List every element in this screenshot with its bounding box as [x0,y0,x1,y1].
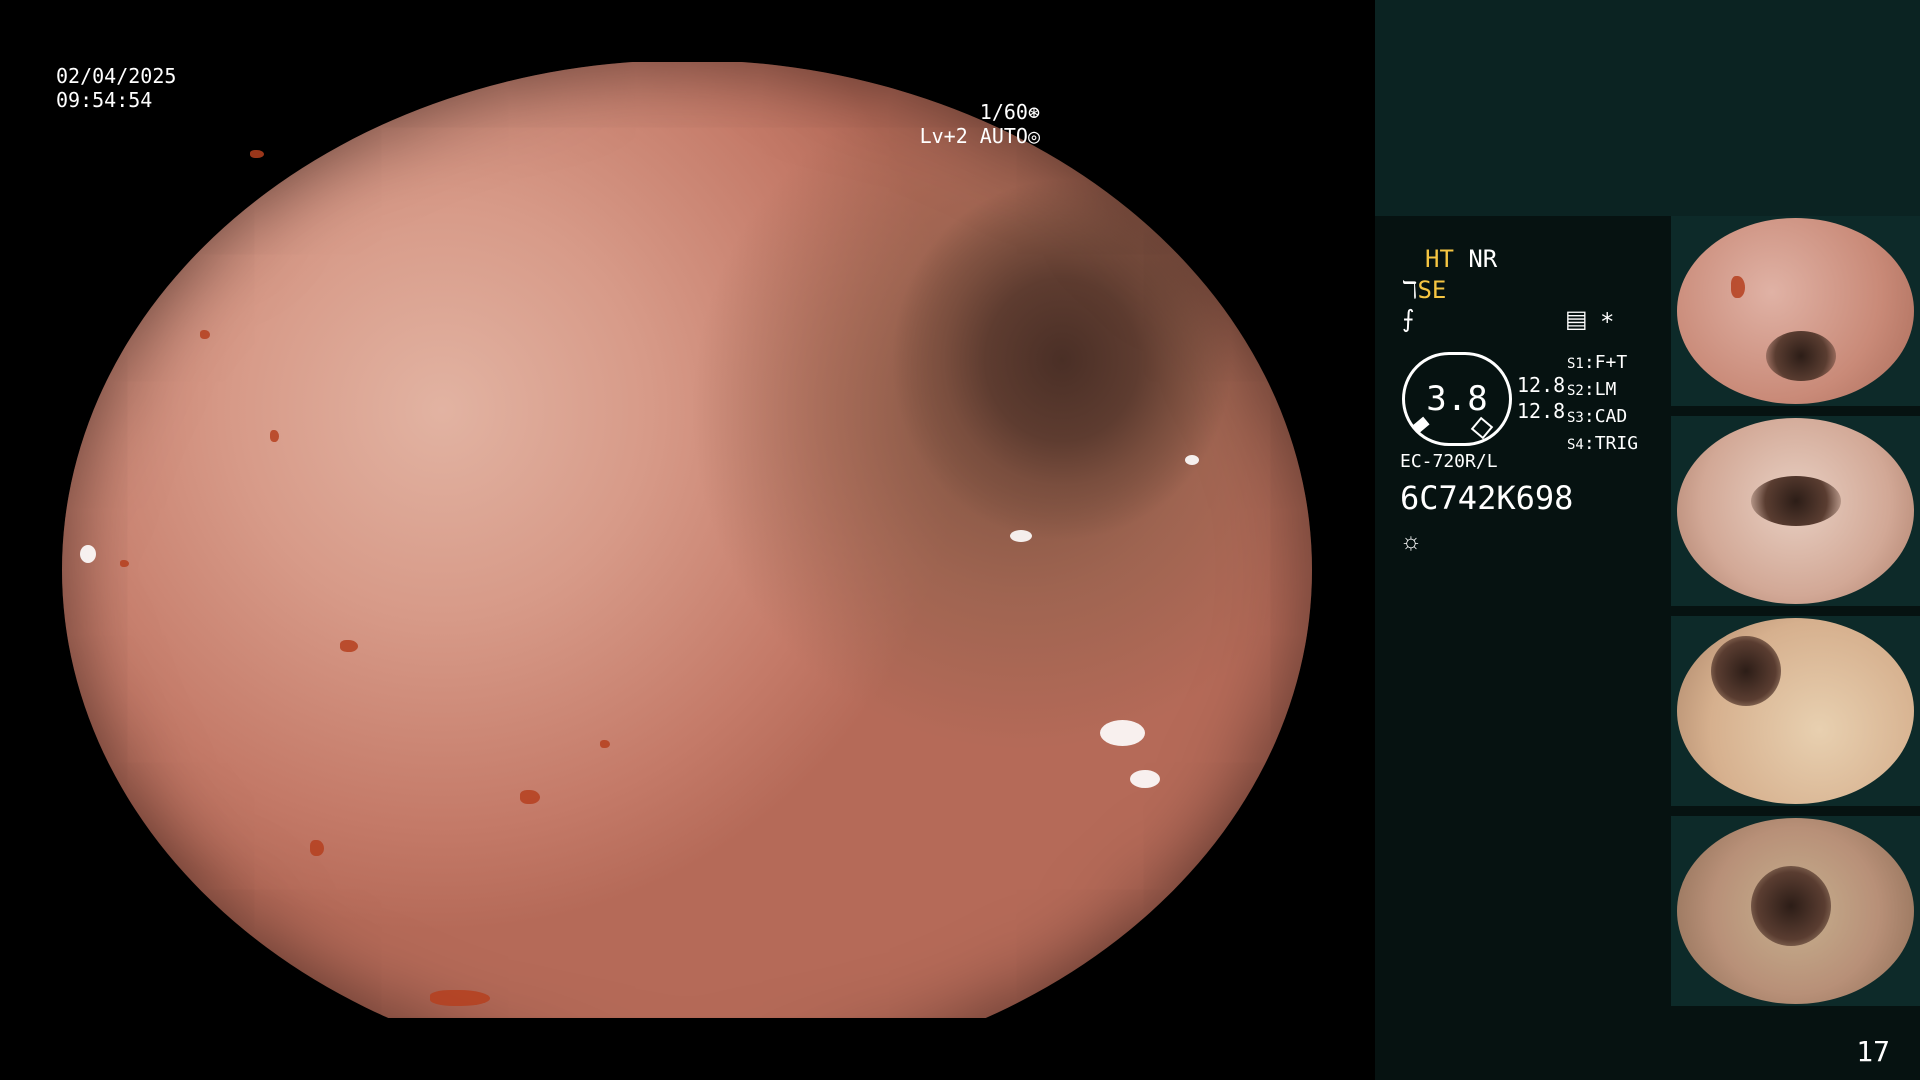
scope-model: EC-720R/L [1400,451,1498,472]
thumbnail-lumen [1751,866,1831,946]
switch-row: S2:LM [1567,379,1617,400]
structure-mode: ℸSE [1402,276,1446,304]
structure-icon: ℸ [1402,276,1418,304]
time-text: 09:54:54 [56,88,153,112]
exposure-info: 1/60⊛ Lv+2 AUTO◎ [920,100,1040,148]
switch-key: S2 [1567,383,1584,399]
endoscope-view: 02/04/2025 09:54:54 1/60⊛ Lv+2 AUTO◎ [0,0,1375,1080]
specular-highlight [1130,770,1160,788]
switch-row: S4:TRIG [1567,433,1639,454]
gauge-readings: 12.8 12.8 [1517,372,1565,424]
gauge-reading-bottom: 12.8 [1517,399,1566,423]
thumbnail-image [1677,618,1914,804]
switch-value: CAD [1594,406,1628,427]
switch-value: LM [1594,379,1617,400]
gauge-reading-top: 12.8 [1517,373,1566,397]
switch-key: S1 [1567,356,1584,372]
switch-row: S3:CAD [1567,406,1628,427]
shutter-icon: ⊛ [1027,100,1040,124]
level-text: Lv+2 AUTO [919,124,1028,148]
mucosal-spot [310,840,324,856]
mucosal-spot [200,330,210,339]
switch-value: TRIG [1594,433,1639,454]
se-label: SE [1417,276,1447,304]
mucosal-spot [520,790,540,804]
gauge-value: 3.8 [1426,379,1488,419]
auto-iris-icon: ◎ [1027,124,1040,148]
specular-highlight [80,545,96,563]
thumbnail-lumen [1711,636,1781,706]
switch-key: S4 [1567,437,1584,453]
thumbnail-3[interactable] [1671,616,1920,806]
mucosal-spot [250,150,264,158]
thumbnail-1[interactable] [1671,216,1920,406]
mucosal-spot [600,740,610,748]
nr-label: NR [1468,245,1498,273]
view-mask-top [0,0,1375,62]
color-icon: ⨍ [1402,306,1415,333]
ht-label: HT [1425,245,1454,273]
shutter-text: 1/60 [979,100,1028,124]
datetime-display: 02/04/2025 09:54:54 [56,64,176,112]
switch-row: S1:F+T [1567,352,1628,373]
mucosal-spot [120,560,129,567]
date-text: 02/04/2025 [56,64,177,88]
specular-highlight [1185,455,1199,465]
specular-highlight [1010,530,1032,542]
asterisk-marker: * [1600,308,1615,336]
mucosal-spot [430,990,490,1006]
freeze-icon: ▤ [1565,306,1588,333]
enhancement-mode: HT NR [1425,245,1497,273]
switch-key: S3 [1567,410,1584,426]
page-number: 17 [1856,1035,1890,1068]
mucosal-spot [270,430,279,442]
switch-assignments: S1:F+T S2:LM S3:CAD S4:TRIG [1567,350,1638,458]
thumbnail-lumen [1751,476,1841,526]
view-mask-bottom [0,1018,1375,1080]
switch-value: F+T [1594,352,1628,373]
scope-serial: 6C742K698 [1400,479,1574,517]
specular-highlight [1100,720,1145,746]
panel-header-area [1375,0,1920,216]
mucosal-spot [340,640,358,652]
thumbnail-lumen [1766,331,1836,381]
thumbnail-2[interactable] [1671,416,1920,606]
mucosal-spot [1731,276,1745,298]
thumbnail-4[interactable] [1671,816,1920,1006]
endoscopic-image [62,60,1312,1080]
light-icon: ☼ [1400,528,1422,555]
